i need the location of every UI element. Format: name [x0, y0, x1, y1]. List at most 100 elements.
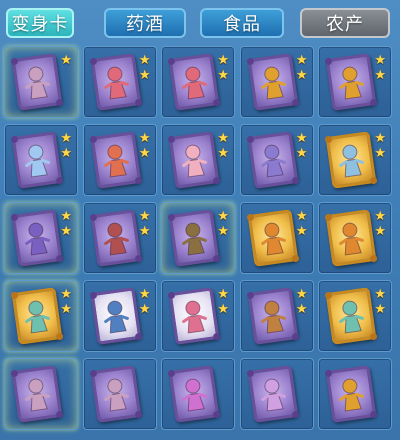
transformation-card-icon: [168, 287, 220, 345]
character-figure-icon: [182, 222, 207, 256]
character-figure-icon: [182, 66, 207, 100]
inventory-slot[interactable]: ★: [4, 46, 78, 118]
inventory-slot[interactable]: ★ ★: [161, 124, 235, 196]
inventory-slot[interactable]: ★ ★: [82, 280, 157, 352]
character-figure-icon: [339, 300, 364, 334]
inventory-slot[interactable]: ★ ★: [82, 46, 157, 118]
character-figure-icon: [103, 222, 129, 256]
star-icon: ★: [374, 146, 386, 161]
inventory-slot[interactable]: ★ ★: [318, 124, 392, 196]
star-icon: ★: [217, 287, 229, 302]
inventory-slot[interactable]: ★ ★: [161, 280, 235, 352]
star-icon: ★: [295, 53, 308, 68]
character-figure-icon: [25, 378, 50, 412]
character-figure-icon: [260, 300, 286, 334]
transformation-card-icon: [11, 53, 63, 111]
transformation-card-icon: [168, 209, 220, 267]
transformation-card-icon: [325, 53, 377, 111]
category-tabs: 变身卡 药酒 食品 农产: [0, 0, 400, 44]
star-icon: ★: [60, 146, 72, 161]
transformation-card-icon: [247, 287, 298, 345]
character-figure-icon: [182, 144, 207, 178]
inventory-slot[interactable]: [239, 358, 314, 430]
inventory-slot[interactable]: ★ ★: [4, 202, 78, 274]
inventory-slot[interactable]: ★ ★: [4, 280, 78, 352]
star-icon: ★: [295, 302, 308, 317]
inventory-slot[interactable]: ★ ★: [82, 202, 157, 274]
character-figure-icon: [103, 300, 129, 334]
star-icon: ★: [60, 131, 72, 146]
character-figure-icon: [182, 378, 207, 412]
star-icon: ★: [374, 131, 386, 146]
character-figure-icon: [25, 300, 50, 334]
star-icon: ★: [295, 209, 308, 224]
tab-medicine-wine[interactable]: 药酒: [104, 8, 186, 38]
inventory-slot[interactable]: ★ ★: [239, 202, 314, 274]
star-icon: ★: [60, 209, 72, 224]
character-figure-icon: [339, 222, 364, 256]
character-figure-icon: [103, 66, 129, 100]
star-icon: ★: [60, 224, 72, 239]
star-icon: ★: [374, 302, 386, 317]
star-icon: ★: [138, 146, 151, 161]
star-icon: ★: [138, 287, 151, 302]
character-figure-icon: [260, 222, 286, 256]
character-figure-icon: [182, 300, 207, 334]
transformation-card-icon: [90, 131, 141, 189]
transformation-card-icon: [11, 287, 63, 345]
inventory-slot[interactable]: ★ ★: [82, 124, 157, 196]
star-icon: ★: [217, 224, 229, 239]
transformation-card-icon: [90, 53, 141, 111]
inventory-slot[interactable]: ★ ★: [161, 46, 235, 118]
star-icon: ★: [60, 302, 72, 317]
inventory-slot[interactable]: ★ ★: [239, 124, 314, 196]
star-icon: ★: [217, 68, 229, 83]
transformation-card-icon: [247, 53, 298, 111]
star-icon: ★: [295, 146, 308, 161]
transformation-card-icon: [90, 365, 141, 423]
inventory-slot[interactable]: ★ ★: [239, 280, 314, 352]
star-icon: ★: [60, 53, 72, 68]
character-figure-icon: [103, 378, 129, 412]
transformation-card-icon: [247, 131, 298, 189]
inventory-slot[interactable]: ★ ★: [318, 202, 392, 274]
star-icon: ★: [217, 209, 229, 224]
star-icon: ★: [295, 287, 308, 302]
star-icon: ★: [374, 287, 386, 302]
character-figure-icon: [339, 378, 364, 412]
transformation-card-icon: [168, 365, 220, 423]
inventory-slot[interactable]: [318, 358, 392, 430]
transformation-card-icon: [247, 365, 298, 423]
tab-transformation-card[interactable]: 变身卡: [6, 8, 74, 38]
tab-food[interactable]: 食品: [200, 8, 284, 38]
transformation-card-icon: [325, 287, 377, 345]
character-figure-icon: [260, 378, 286, 412]
transformation-card-icon: [247, 209, 298, 267]
inventory-grid: ★ ★ ★ ★ ★ ★ ★ ★ ★ ★ ★ ★ ★ ★ ★ ★ ★ ★ ★ ★ ★ ★ ★ ★ ★ ★ ★ ★ ★ ★ ★ ★ ★ ★ ★ ★ ★ ★ ★: [4, 46, 396, 438]
character-figure-icon: [25, 144, 50, 178]
star-icon: ★: [217, 302, 229, 317]
inventory-slot[interactable]: ★ ★: [239, 46, 314, 118]
tab-farm-produce[interactable]: 农产: [300, 8, 390, 38]
star-icon: ★: [374, 209, 386, 224]
star-icon: ★: [138, 68, 151, 83]
character-figure-icon: [260, 144, 286, 178]
transformation-card-icon: [325, 131, 377, 189]
star-icon: ★: [138, 302, 151, 317]
inventory-slot[interactable]: ★ ★: [161, 202, 235, 274]
inventory-slot[interactable]: [82, 358, 157, 430]
character-figure-icon: [339, 144, 364, 178]
inventory-slot[interactable]: [161, 358, 235, 430]
star-icon: ★: [295, 131, 308, 146]
inventory-slot[interactable]: [4, 358, 78, 430]
star-icon: ★: [374, 53, 386, 68]
transformation-card-icon: [11, 131, 63, 189]
character-figure-icon: [260, 66, 286, 100]
character-figure-icon: [103, 144, 129, 178]
transformation-card-icon: [168, 53, 220, 111]
transformation-card-icon: [325, 209, 377, 267]
inventory-slot[interactable]: ★ ★: [4, 124, 78, 196]
inventory-slot[interactable]: ★ ★: [318, 46, 392, 118]
star-icon: ★: [295, 224, 308, 239]
inventory-slot[interactable]: ★ ★: [318, 280, 392, 352]
